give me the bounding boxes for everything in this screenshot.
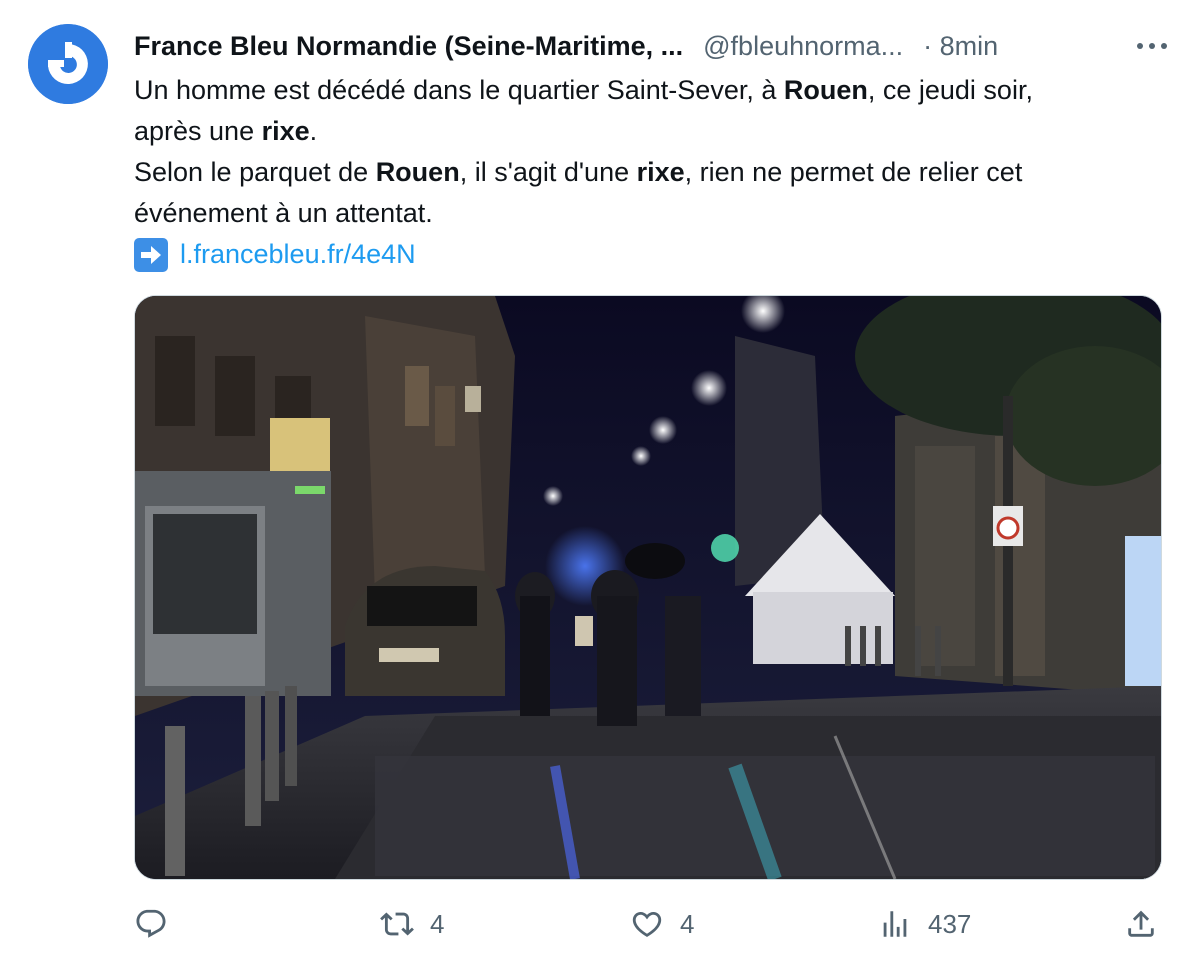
tweet-header: France Bleu Normandie (Seine-Maritime, .… xyxy=(134,26,1174,66)
text-line-4: événement à un attentat. xyxy=(134,198,433,228)
right-arrow-emoji-icon xyxy=(134,237,168,272)
like-button[interactable]: 4 xyxy=(630,898,694,950)
share-button[interactable] xyxy=(1124,898,1158,950)
retweet-icon xyxy=(380,912,414,936)
reply-button[interactable] xyxy=(134,898,168,950)
like-count: 4 xyxy=(680,908,695,939)
action-bar: 4 4 437 xyxy=(134,898,1164,950)
street-night-scene-image xyxy=(135,296,1161,879)
views-icon xyxy=(883,911,907,937)
author-name[interactable]: France Bleu Normandie (Seine-Maritime, .… xyxy=(134,31,683,62)
timestamp[interactable]: · 8min xyxy=(923,31,998,62)
view-count: 437 xyxy=(928,908,972,939)
text-line-3: Selon le parquet de Rouen, il s'agit d'u… xyxy=(134,157,1023,187)
tweet-text: Un homme est décédé dans le quartier Sai… xyxy=(134,70,1174,275)
more-options-icon[interactable] xyxy=(1134,32,1170,60)
tweet[interactable]: France Bleu Normandie (Seine-Maritime, .… xyxy=(0,0,1200,968)
retweet-button[interactable]: 4 xyxy=(380,898,444,950)
views-button[interactable]: 437 xyxy=(878,898,971,950)
retweet-count: 4 xyxy=(430,908,445,939)
link-line: l.francebleu.fr/4e4N xyxy=(134,234,1174,275)
avatar[interactable] xyxy=(28,24,108,104)
author-handle[interactable]: @fbleuhnorma... xyxy=(703,31,903,62)
text-line-2: après une rixe. xyxy=(134,116,318,146)
article-link[interactable]: l.francebleu.fr/4e4N xyxy=(180,234,416,275)
text-line-1: Un homme est décédé dans le quartier Sai… xyxy=(134,75,1033,105)
tweet-photo[interactable] xyxy=(134,295,1162,880)
reply-icon xyxy=(136,909,166,938)
heart-icon xyxy=(632,911,662,937)
share-icon xyxy=(1128,910,1154,937)
france-bleu-logo-icon xyxy=(28,24,108,104)
